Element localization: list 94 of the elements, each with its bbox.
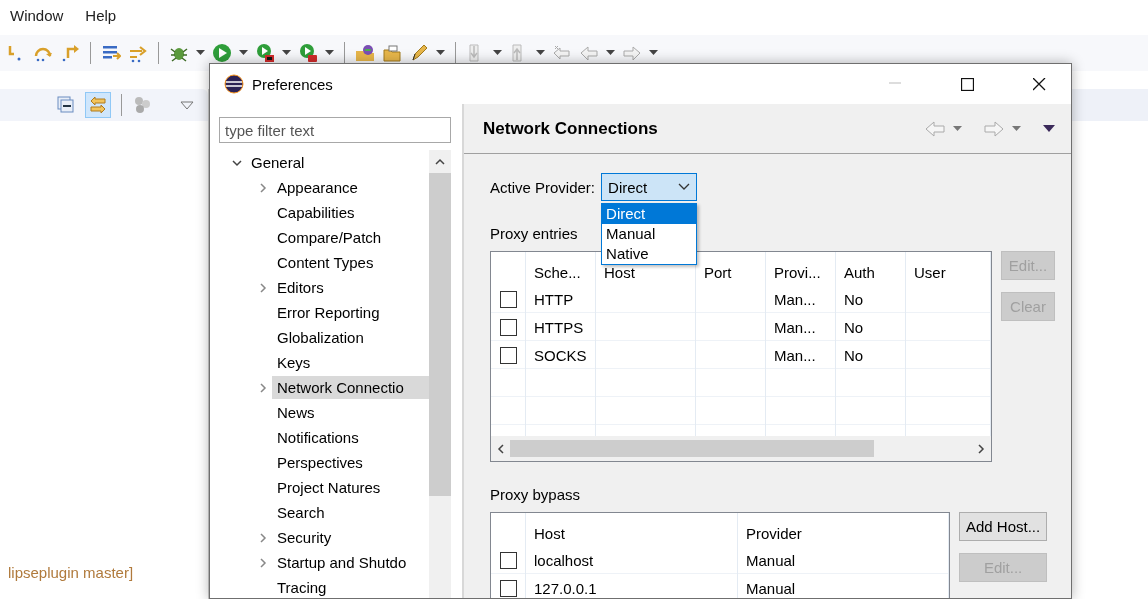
tree-item[interactable]: Globalization	[272, 326, 429, 349]
play-icon[interactable]	[212, 43, 232, 63]
menu-item[interactable]: Help	[85, 5, 117, 26]
scroll-up-icon[interactable]	[435, 158, 445, 165]
pen-icon[interactable]	[409, 43, 429, 63]
checkbox[interactable]	[500, 346, 517, 364]
column-header[interactable]: Sche...	[534, 264, 581, 281]
filter-field[interactable]: type filter text	[219, 117, 451, 143]
table-cell-text: Man...	[773, 317, 817, 338]
play-stop-icon[interactable]	[255, 43, 275, 63]
tree-item[interactable]: Startup and Shutdo	[272, 551, 429, 574]
scroll-right-icon[interactable]	[978, 443, 985, 454]
tree-item[interactable]: Tracing	[272, 576, 429, 598]
caret-icon[interactable]	[606, 50, 615, 56]
swap-arrows-icon	[88, 95, 108, 115]
tree-item[interactable]: Notifications	[272, 426, 429, 449]
table-cell-text: No	[843, 289, 865, 310]
caret-icon[interactable]	[325, 50, 334, 56]
view-menu-icon[interactable]	[1043, 124, 1055, 133]
table-cell-text: Manual	[745, 578, 797, 598]
checkbox[interactable]	[500, 290, 517, 308]
chevron-right-icon[interactable]	[258, 382, 268, 393]
tree-item[interactable]: News	[272, 401, 429, 424]
tree-item[interactable]: Content Types	[272, 251, 429, 274]
section-label: Proxy bypass	[490, 486, 581, 505]
table-cell-text: HTTPS	[533, 317, 585, 338]
column-header[interactable]: Provider	[746, 525, 802, 542]
tree-item[interactable]: Error Reporting	[272, 301, 429, 324]
caret-icon[interactable]	[536, 50, 545, 56]
scroll-left-icon[interactable]	[497, 443, 504, 454]
checkbox[interactable]	[500, 579, 517, 597]
checkbox[interactable]	[500, 318, 517, 336]
provider-dropdown[interactable]: Direct	[601, 173, 698, 201]
folder-globe-icon[interactable]	[355, 43, 375, 63]
caret-icon[interactable]	[953, 125, 962, 132]
table-cell-text: No	[843, 345, 865, 366]
caret-icon[interactable]	[493, 50, 502, 56]
table-cell-text: Man...	[773, 345, 817, 366]
tree-item[interactable]: Compare/Patch	[272, 226, 429, 249]
project-label: lipseplugin master]	[8, 564, 135, 581]
tree-item[interactable]: Project Natures	[272, 476, 429, 499]
caret-icon[interactable]	[1012, 125, 1021, 132]
caret-icon[interactable]	[239, 50, 248, 56]
field-label: Active Provider:	[490, 178, 596, 196]
tree-item[interactable]: Search	[272, 501, 429, 524]
app-logo-icon	[224, 74, 244, 94]
tree-item[interactable]: Security	[272, 526, 429, 549]
column-header[interactable]: Host	[534, 525, 565, 542]
dropdown-option[interactable]: Manual	[602, 224, 697, 244]
close-icon[interactable]	[1032, 77, 1046, 91]
tree-item[interactable]: Network Connectio	[272, 376, 429, 399]
column-header[interactable]: User	[914, 264, 946, 281]
link-editor-button[interactable]	[85, 92, 111, 118]
dropdown-option[interactable]: Native	[602, 244, 697, 264]
table-cell-text: Man...	[773, 289, 817, 310]
vertical-scrollbar[interactable]	[429, 150, 451, 598]
caret-icon[interactable]	[436, 50, 445, 56]
tree-item[interactable]: Appearance	[272, 176, 429, 199]
tree-item[interactable]: General	[246, 151, 429, 174]
chevron-right-icon[interactable]	[258, 182, 268, 193]
column-header[interactable]: Auth	[844, 264, 875, 281]
tree-item[interactable]: Perspectives	[272, 451, 429, 474]
maximize-icon[interactable]	[960, 77, 974, 91]
tree-item[interactable]: Capabilities	[272, 201, 429, 224]
chevron-right-icon[interactable]	[258, 532, 268, 543]
dropdown-option[interactable]: Direct	[602, 204, 697, 224]
collapse-all-icon[interactable]	[57, 96, 75, 114]
open-folder-icon[interactable]	[382, 43, 402, 63]
horizontal-scrollbar[interactable]	[491, 436, 991, 461]
menu-item[interactable]: Window	[10, 5, 64, 26]
window-title: Preferences	[252, 75, 334, 93]
table-cell-text: SOCKS	[533, 345, 588, 366]
caret-icon[interactable]	[282, 50, 291, 56]
tree-item[interactable]: Keys	[272, 351, 429, 374]
action-button[interactable]: Add Host...	[959, 512, 1048, 541]
chevron-right-icon[interactable]	[258, 557, 268, 568]
section-label: Proxy entries	[490, 225, 578, 244]
table-cell-text: No	[843, 317, 865, 338]
chevron-down-icon	[678, 183, 691, 191]
tree-item[interactable]: Editors	[272, 276, 429, 299]
caret-icon[interactable]	[649, 50, 658, 56]
checkbox[interactable]	[500, 551, 517, 569]
caret-icon[interactable]	[196, 50, 205, 56]
table-cell-text: 127.0.0.1	[533, 578, 598, 598]
table-cell-text: HTTP	[533, 289, 575, 310]
chevron-down-icon[interactable]	[232, 157, 242, 168]
play-toolbox-icon[interactable]	[298, 43, 318, 63]
page-title: Network Connections	[483, 118, 659, 139]
table-cell-text: Manual	[745, 550, 797, 571]
column-header[interactable]: Host	[604, 264, 635, 281]
chevron-right-icon[interactable]	[258, 282, 268, 293]
column-header[interactable]: Port	[704, 264, 732, 281]
column-header[interactable]: Provi...	[774, 264, 821, 281]
table-cell-text: localhost	[533, 550, 595, 571]
